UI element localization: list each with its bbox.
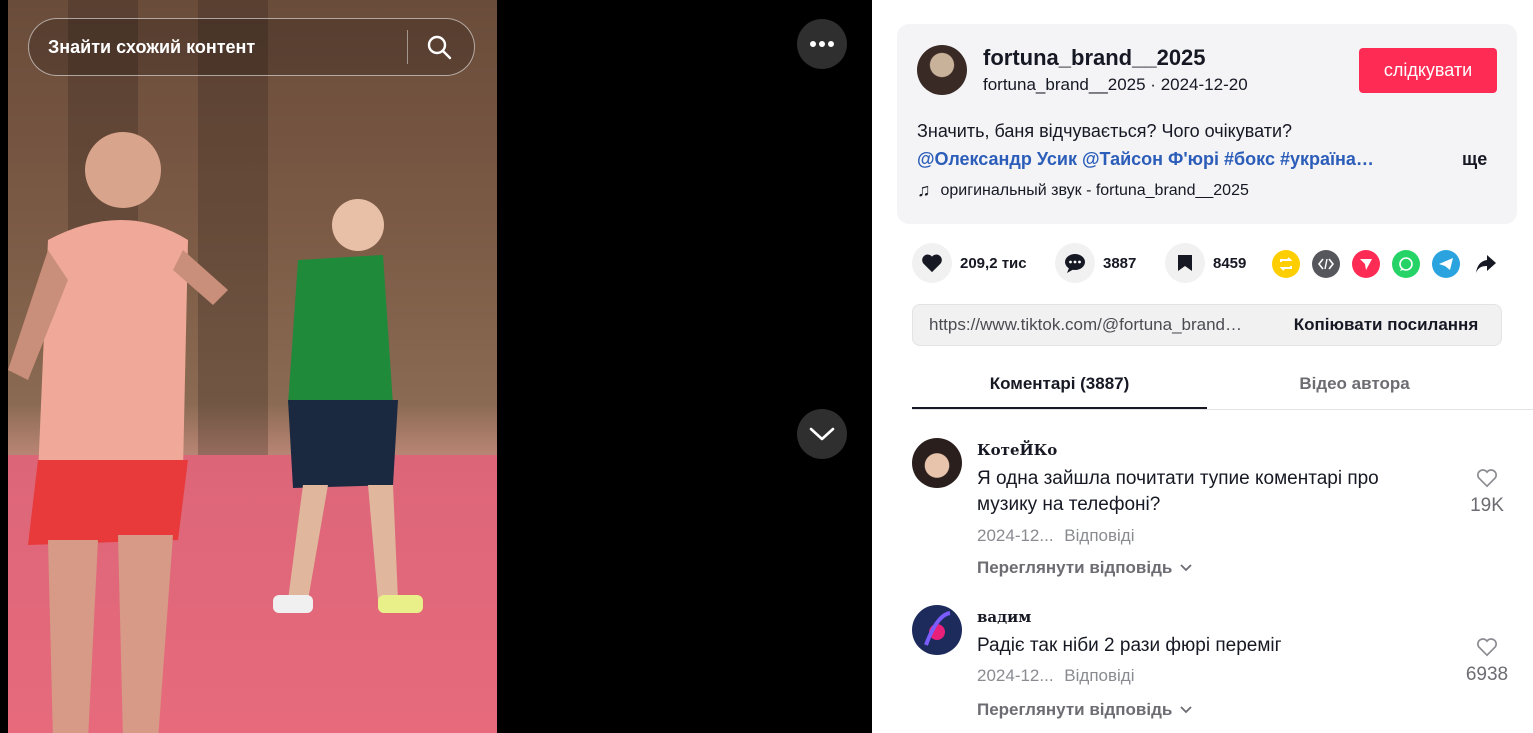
details-sidebar: fortuna_brand__2025 fortuna_brand__2025 … (872, 0, 1533, 733)
sound-link[interactable]: ♫ оригинальный звук - fortuna_brand__202… (917, 180, 1249, 201)
heart-outline-icon[interactable] (1476, 637, 1498, 657)
reply-button[interactable]: Відповіді (1064, 666, 1134, 685)
music-note-icon: ♫ (917, 180, 931, 200)
similar-content-search[interactable]: Знайти схожий контент (28, 18, 475, 76)
comment-action[interactable]: 3887 (1055, 243, 1136, 283)
video-player[interactable] (8, 0, 497, 733)
comment-text: Радіє так ніби 2 рази фюрі переміг (977, 635, 1282, 656)
heart-icon[interactable] (912, 243, 952, 283)
view-replies-button[interactable]: Переглянути відповідь (977, 558, 1192, 578)
copy-link-button[interactable]: Копіювати посилання (1271, 305, 1501, 345)
comment-meta: 2024-12... Відповіді (977, 666, 1135, 686)
comment-count: 3887 (1103, 254, 1137, 272)
commenter-name[interactable]: КотеЙКо (977, 441, 1057, 459)
comment-like-count: 19K (1470, 495, 1504, 516)
whatsapp-icon[interactable] (1392, 250, 1420, 278)
bookmark-icon[interactable] (1165, 243, 1205, 283)
more-options-button[interactable] (797, 19, 847, 69)
send-icon[interactable] (1352, 250, 1380, 278)
view-replies-label: Переглянути відповідь (977, 700, 1173, 719)
share-url[interactable]: https://www.tiktok.com/@fortuna_brand… (913, 315, 1271, 335)
video-pane: Знайти схожий контент (0, 0, 872, 733)
author-avatar[interactable] (917, 45, 967, 95)
like-action[interactable]: 209,2 тис (912, 243, 1027, 283)
chevron-down-icon (809, 427, 835, 441)
commenter-avatar[interactable] (912, 438, 962, 488)
commenter-avatar[interactable] (912, 605, 962, 655)
search-divider (407, 30, 408, 64)
save-count: 8459 (1213, 254, 1247, 272)
view-replies-label: Переглянути відповідь (977, 558, 1173, 577)
expand-description-link[interactable]: ще (1462, 145, 1487, 173)
tab-creator-videos[interactable]: Відео автора (1207, 362, 1502, 409)
search-overlay-text: Знайти схожий контент (48, 36, 256, 57)
repost-icon[interactable] (1272, 250, 1300, 278)
reply-button[interactable]: Відповіді (1064, 526, 1134, 545)
save-action[interactable]: 8459 (1165, 243, 1246, 283)
comment-text: Я одна зайшла почитати тупие коментарі п… (977, 468, 1379, 515)
share-arrow-icon[interactable] (1472, 250, 1500, 278)
share-link-box: https://www.tiktok.com/@fortuna_brand… К… (912, 304, 1502, 346)
comment-date: 2024-12... (977, 526, 1054, 545)
comment-like[interactable]: 19K (1452, 468, 1522, 517)
author-card: fortuna_brand__2025 fortuna_brand__2025 … (897, 24, 1517, 224)
chevron-down-icon (1180, 706, 1192, 714)
search-icon[interactable] (426, 34, 452, 60)
heart-outline-icon[interactable] (1476, 468, 1498, 488)
sound-title: оригинальный звук - fortuna_brand__2025 (940, 181, 1249, 199)
tab-comments[interactable]: Коментарі (3887) (912, 362, 1207, 409)
content-tabs: Коментарі (3887) Відео автора (912, 362, 1533, 410)
chevron-down-icon (1180, 564, 1192, 572)
more-dots-icon (810, 41, 834, 47)
comment-item: КотеЙКо Я одна зайшла почитати тупие ком… (912, 438, 1512, 588)
tiktok-video-page: Знайти схожий контент fortuna_brand__202… (0, 0, 1533, 733)
comment-like-count: 6938 (1465, 664, 1509, 685)
author-username[interactable]: fortuna_brand__2025 (983, 45, 1206, 71)
video-figure (8, 132, 228, 733)
video-description: Значить, баня відчувається? Чого очікува… (917, 121, 1293, 141)
video-figure (273, 199, 423, 613)
telegram-icon[interactable] (1432, 250, 1460, 278)
comment-date: 2024-12... (977, 666, 1054, 685)
comment-like[interactable]: 6938 (1452, 637, 1522, 686)
view-replies-button[interactable]: Переглянути відповідь (977, 700, 1192, 720)
comment-icon[interactable] (1055, 243, 1095, 283)
comment-meta: 2024-12... Відповіді (977, 526, 1135, 546)
comment-item: вадим Радіє так ніби 2 рази фюрі переміг… (912, 605, 1512, 733)
follow-button[interactable]: слідкувати (1359, 48, 1497, 93)
next-video-button[interactable] (797, 409, 847, 459)
video-tags[interactable]: @Олександр Усик @Тайсон Ф'юрі #бокс #укр… (917, 145, 1374, 173)
commenter-name[interactable]: вадим (977, 608, 1031, 626)
embed-icon[interactable] (1312, 250, 1340, 278)
author-subline: fortuna_brand__2025 · 2024-12-20 (983, 75, 1248, 94)
like-count: 209,2 тис (960, 254, 1027, 272)
